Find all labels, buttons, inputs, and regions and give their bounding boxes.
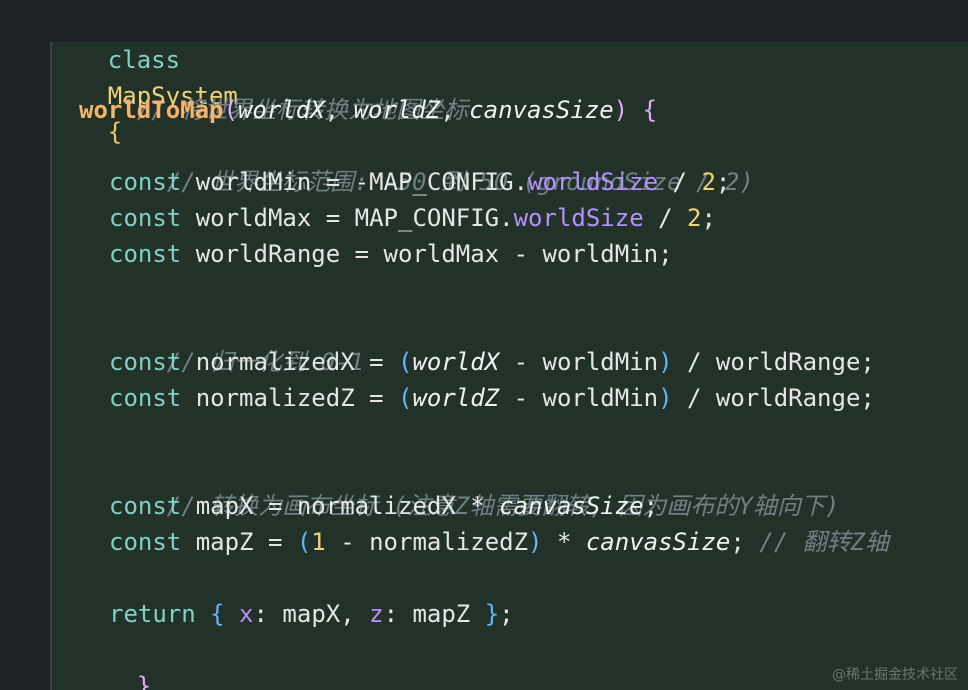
normalizedz-decl: normalizedZ = (181, 384, 398, 412)
params-open-paren: ( (223, 96, 238, 124)
worldsize-prop: worldSize (528, 168, 659, 196)
const-keyword: const (109, 528, 182, 556)
worldrange-decl: worldRange = worldMax - worldMin; (181, 240, 673, 268)
method-open-brace: { (628, 96, 658, 124)
code-line-1: class MapSystem { (50, 6, 238, 146)
code-line-18: } (79, 632, 151, 690)
const-keyword: const (109, 204, 182, 232)
worldmax-decl: worldMax = MAP_CONFIG. (181, 204, 514, 232)
worldmin-decl: worldMin = -MAP_CONFIG. (181, 168, 529, 196)
const-keyword: const (109, 168, 182, 196)
object-open-brace: { (195, 600, 225, 628)
param-canvassize: canvasSize (469, 96, 614, 124)
const-keyword: const (109, 348, 182, 376)
code-line-7: const worldRange = worldMax - worldMin; (109, 236, 673, 272)
code-line-17: return { x: mapX, z: mapZ }; (109, 596, 514, 632)
code-line-14: const mapX = normalizedX * canvasSize; (109, 488, 658, 524)
params-close-paren: ) (613, 96, 629, 124)
watermark: @稀土掘金技术社区 (832, 667, 958, 683)
divide-op: / (658, 168, 702, 196)
number-literal: 2 (687, 204, 702, 232)
param-worldx-ref: worldX (412, 348, 500, 376)
code-line-9: // 归一化到 0-1 (109, 308, 364, 376)
param-worldz: worldZ (353, 96, 441, 124)
semicolon: ; (701, 204, 716, 232)
object-close-brace: } (484, 600, 500, 628)
semicolon: ; (643, 492, 659, 520)
code-line-13: // 转换为画布坐标 (注意Z轴需要翻转, 因为画布的Y轴向下) (109, 452, 840, 520)
worldsize-prop: worldSize (513, 204, 644, 232)
divide-op: / (643, 204, 687, 232)
divide-worldrange: / worldRange; (672, 384, 875, 412)
return-keyword: return (109, 600, 196, 628)
comment-flip-z: // 翻转Z轴 (744, 528, 890, 556)
param-worldx: worldX (237, 96, 325, 124)
const-keyword: const (109, 384, 182, 412)
param-worldz-ref: worldZ (412, 384, 500, 412)
method-close-brace: } (136, 672, 152, 690)
code-line-3: worldToMap(worldX, worldZ, canvasSize) { (79, 92, 657, 128)
code-editor: class MapSystem { // 将世界坐标转换为地图坐标 worldT… (0, 0, 968, 690)
close-paren: ) (658, 348, 673, 376)
open-paren: ( (296, 528, 312, 556)
value-mapx: : mapX, (253, 600, 370, 628)
minus-normalizedz: - normalizedZ (325, 528, 529, 556)
mapz-decl: mapZ = (181, 528, 297, 556)
const-keyword: const (109, 492, 182, 520)
open-paren: ( (398, 384, 413, 412)
close-paren: ) (658, 384, 673, 412)
semicolon: ; (499, 600, 514, 628)
param-canvassize-ref: canvasSize (585, 528, 731, 556)
code-line-10: const normalizedX = (worldX - worldMin) … (109, 344, 875, 380)
divide-worldrange: / worldRange; (672, 348, 875, 376)
code-line-4: // 世界坐标范围: -50 到 50 (groundSize / 2) (109, 128, 754, 196)
minus-worldmin: - worldMin (499, 384, 659, 412)
code-line-5: const worldMin = -MAP_CONFIG.worldSize /… (109, 164, 730, 200)
param-canvassize-ref: canvasSize (499, 492, 644, 520)
number-literal: 1 (311, 528, 326, 556)
minus-worldmin: - worldMin (499, 348, 659, 376)
code-line-6: const worldMax = MAP_CONFIG.worldSize / … (109, 200, 716, 236)
key-z: z (369, 600, 384, 628)
code-line-11: const normalizedZ = (worldZ - worldMin) … (109, 380, 875, 416)
param-sep-1: , (324, 96, 354, 124)
semicolon: ; (730, 528, 745, 556)
code-line-2: // 将世界坐标转换为地图坐标 (79, 56, 468, 124)
multiply-op: * (542, 528, 586, 556)
method-name: worldToMap (79, 96, 224, 124)
number-literal: 2 (701, 168, 716, 196)
param-sep-2: , (440, 96, 470, 124)
open-paren: ( (398, 348, 413, 376)
semicolon: ; (715, 168, 731, 196)
normalizedx-decl: normalizedX = (181, 348, 398, 376)
value-mapz: : mapZ (383, 600, 485, 628)
code-line-15: const mapZ = (1 - normalizedZ) * canvasS… (109, 524, 889, 560)
key-x: x (224, 600, 254, 628)
close-paren: ) (528, 528, 543, 556)
const-keyword: const (109, 240, 182, 268)
mapx-decl: mapX = normalizedX * (181, 492, 500, 520)
